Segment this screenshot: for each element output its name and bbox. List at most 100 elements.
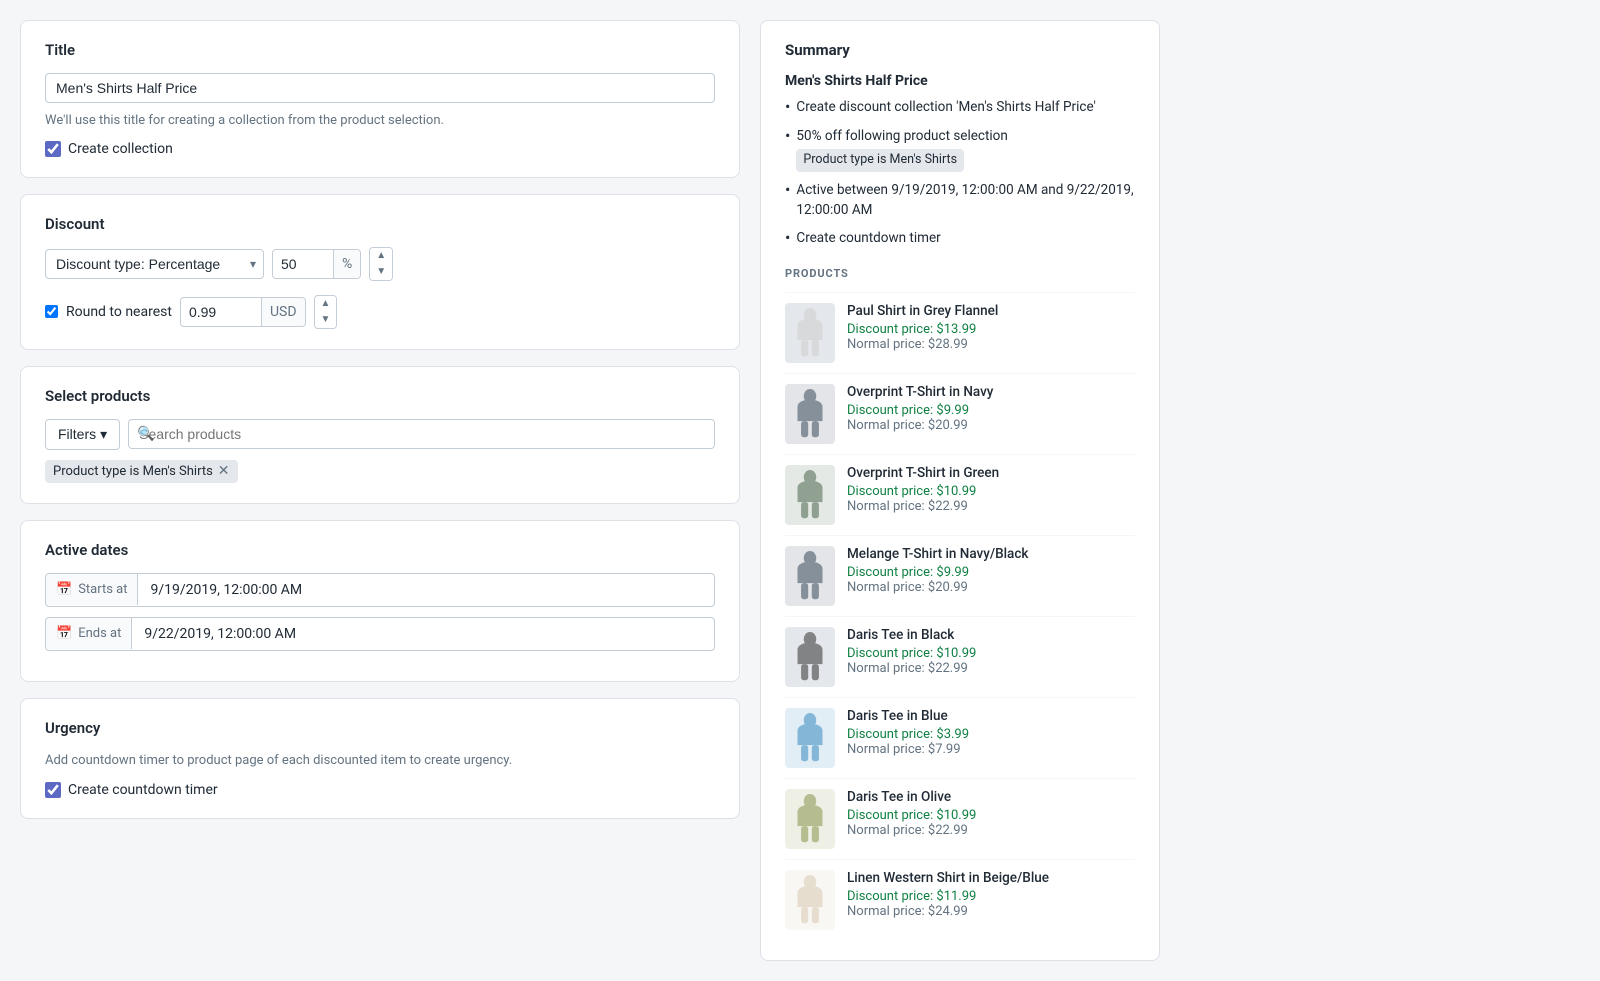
percent-label: % — [333, 250, 360, 278]
product-name: Melange T-Shirt in Navy/Black — [847, 546, 1135, 562]
product-info: Overprint T-Shirt in Green Discount pric… — [847, 465, 1135, 514]
products-list: Paul Shirt in Grey Flannel Discount pric… — [785, 292, 1135, 940]
summary-bullet-3: • Active between 9/19/2019, 12:00:00 AM … — [785, 180, 1135, 221]
round-nearest-label: Round to nearest — [66, 304, 172, 320]
product-item: Daris Tee in Blue Discount price: $3.99 … — [785, 697, 1135, 778]
product-info: Daris Tee in Black Discount price: $10.9… — [847, 627, 1135, 676]
title-helper-text: We'll use this title for creating a coll… — [45, 111, 715, 131]
active-dates-label: Active dates — [45, 541, 715, 559]
active-dates-card: Active dates 📅 Starts at 9/19/2019, 12:0… — [20, 520, 740, 682]
usd-label: USD — [261, 298, 305, 326]
ends-at-row[interactable]: 📅 Ends at 9/22/2019, 12:00:00 AM — [45, 617, 715, 651]
discount-value-input[interactable] — [273, 250, 333, 278]
product-discount-price: Discount price: $3.99 — [847, 727, 1135, 742]
search-input[interactable] — [128, 419, 715, 449]
discount-spin-down[interactable]: ▼ — [370, 264, 392, 280]
product-img — [785, 465, 835, 525]
product-normal-price: Normal price: $20.99 — [847, 418, 1135, 433]
product-item: Daris Tee in Olive Discount price: $10.9… — [785, 778, 1135, 859]
product-normal-price: Normal price: $28.99 — [847, 337, 1135, 352]
product-img — [785, 546, 835, 606]
product-item: Paul Shirt in Grey Flannel Discount pric… — [785, 292, 1135, 373]
product-img — [785, 627, 835, 687]
create-collection-label: Create collection — [68, 141, 173, 157]
summary-bullet-4: • Create countdown timer — [785, 228, 1135, 249]
product-img — [785, 789, 835, 849]
product-normal-price: Normal price: $22.99 — [847, 661, 1135, 676]
round-spin-up[interactable]: ▲ — [315, 296, 337, 312]
usd-input-wrap: USD — [180, 297, 306, 327]
summary-bullet-1: • Create discount collection 'Men's Shir… — [785, 97, 1135, 118]
discount-section-label: Discount — [45, 215, 715, 233]
product-image-svg — [792, 470, 828, 520]
create-timer-row: Create countdown timer — [45, 782, 715, 798]
product-image-svg — [792, 551, 828, 601]
starts-at-icon-cell: 📅 Starts at — [46, 574, 138, 605]
filters-label: Filters — [58, 426, 96, 442]
product-info: Paul Shirt in Grey Flannel Discount pric… — [847, 303, 1135, 352]
product-name: Daris Tee in Black — [847, 627, 1135, 643]
product-image-svg — [792, 308, 828, 358]
discount-type-row: Discount type: Percentage Discount type:… — [45, 247, 715, 281]
product-discount-price: Discount price: $13.99 — [847, 322, 1135, 337]
title-card: Title We'll use this title for creating … — [20, 20, 740, 178]
summary-list: • Create discount collection 'Men's Shir… — [785, 97, 1135, 249]
product-image-svg — [792, 713, 828, 763]
create-collection-row: Create collection — [45, 141, 715, 157]
title-input[interactable] — [45, 73, 715, 103]
filters-arrow-icon: ▾ — [100, 426, 107, 443]
round-spinner: ▲ ▼ — [314, 295, 338, 329]
product-normal-price: Normal price: $20.99 — [847, 580, 1135, 595]
product-discount-price: Discount price: $10.99 — [847, 646, 1135, 661]
product-img — [785, 708, 835, 768]
product-normal-price: Normal price: $22.99 — [847, 823, 1135, 838]
summary-bullet-2-wrap: 50% off following product selection Prod… — [796, 126, 1007, 172]
starts-at-row[interactable]: 📅 Starts at 9/19/2019, 12:00:00 AM — [45, 573, 715, 607]
round-value-input[interactable] — [181, 298, 261, 326]
summary-card: Summary Men's Shirts Half Price • Create… — [760, 20, 1160, 961]
summary-title: Summary — [785, 41, 1135, 59]
product-img — [785, 870, 835, 930]
product-image-svg — [792, 875, 828, 925]
product-img — [785, 384, 835, 444]
product-normal-price: Normal price: $7.99 — [847, 742, 1135, 757]
filter-tags-row: Product type is Men's Shirts ✕ — [45, 460, 715, 483]
select-products-card: Select products Filters ▾ 🔍 Product type… — [20, 366, 740, 504]
urgency-label: Urgency — [45, 719, 715, 737]
search-icon: 🔍 — [137, 426, 154, 442]
search-wrap: 🔍 — [128, 419, 715, 449]
product-name: Paul Shirt in Grey Flannel — [847, 303, 1135, 319]
calendar-icon: 📅 — [56, 582, 72, 597]
filters-button[interactable]: Filters ▾ — [45, 419, 120, 450]
round-nearest-checkbox[interactable] — [45, 305, 58, 318]
filter-tag-remove[interactable]: ✕ — [218, 464, 230, 478]
product-name: Overprint T-Shirt in Green — [847, 465, 1135, 481]
discount-type-wrapper: Discount type: Percentage Discount type:… — [45, 249, 264, 279]
bullet-icon-1: • — [785, 97, 790, 118]
products-section: PRODUCTS Paul Shirt in Grey Flannel Disc… — [785, 267, 1135, 940]
ends-at-value[interactable]: 9/22/2019, 12:00:00 AM — [132, 618, 714, 650]
product-image-svg — [792, 389, 828, 439]
product-name: Daris Tee in Olive — [847, 789, 1135, 805]
create-timer-checkbox[interactable] — [45, 782, 61, 798]
title-section-label: Title — [45, 41, 715, 59]
product-item: Overprint T-Shirt in Green Discount pric… — [785, 454, 1135, 535]
discount-type-select[interactable]: Discount type: Percentage Discount type:… — [45, 249, 264, 279]
product-img — [785, 303, 835, 363]
create-collection-checkbox[interactable] — [45, 141, 61, 157]
product-image-svg — [792, 794, 828, 844]
discount-spinner: ▲ ▼ — [369, 247, 393, 281]
filters-search-row: Filters ▾ 🔍 — [45, 419, 715, 450]
ends-at-icon-cell: 📅 Ends at — [46, 618, 132, 649]
starts-at-value[interactable]: 9/19/2019, 12:00:00 AM — [138, 574, 714, 606]
round-spin-down[interactable]: ▼ — [315, 312, 337, 328]
product-name: Daris Tee in Blue — [847, 708, 1135, 724]
select-products-label: Select products — [45, 387, 715, 405]
product-normal-price: Normal price: $22.99 — [847, 499, 1135, 514]
discount-spin-up[interactable]: ▲ — [370, 248, 392, 264]
product-discount-price: Discount price: $11.99 — [847, 889, 1135, 904]
product-discount-price: Discount price: $10.99 — [847, 808, 1135, 823]
products-section-label: PRODUCTS — [785, 267, 1135, 280]
product-info: Overprint T-Shirt in Navy Discount price… — [847, 384, 1135, 433]
product-info: Linen Western Shirt in Beige/Blue Discou… — [847, 870, 1135, 919]
